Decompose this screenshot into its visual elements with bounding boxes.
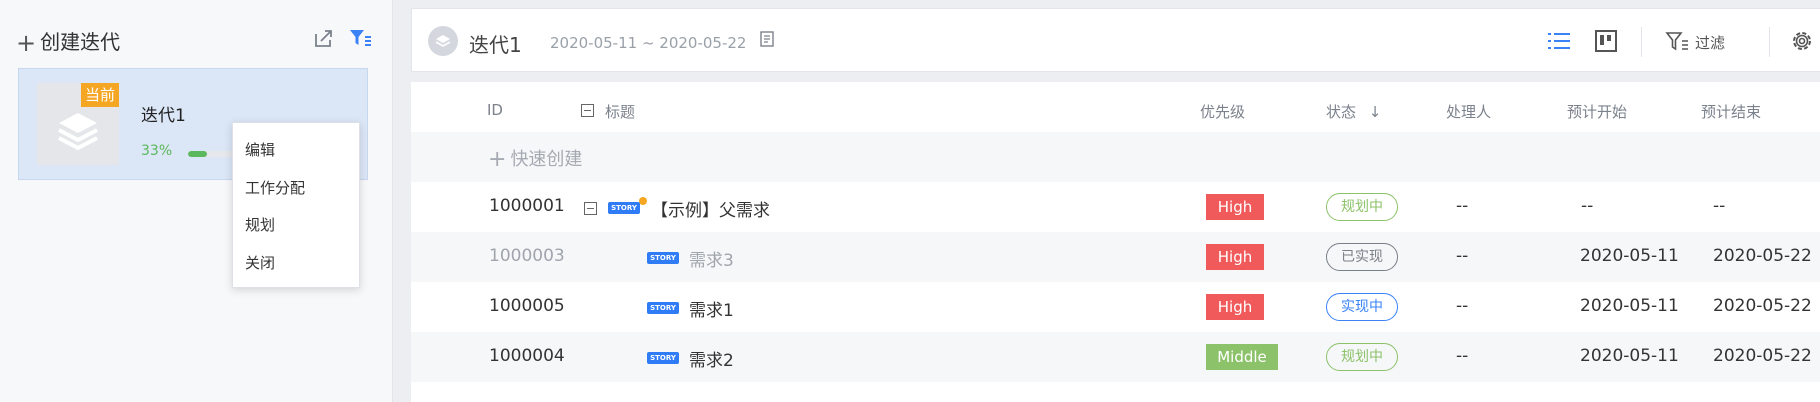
export-icon[interactable] (312, 26, 336, 50)
row-plan-end: 2020-05-22 (1713, 246, 1812, 266)
create-iteration-button[interactable]: + 创建迭代 (16, 26, 120, 57)
menu-item-edit[interactable]: 编辑 (245, 139, 275, 160)
status-badge[interactable]: 规划中 (1326, 193, 1398, 221)
table-row[interactable]: 1000001 STORY 【示例】父需求 High 规划中 -- -- -- (411, 182, 1820, 232)
status-badge[interactable]: 实现中 (1326, 293, 1398, 321)
iteration-context-menu: 编辑 工作分配 规划 关闭 (232, 122, 360, 288)
current-badge: 当前 (81, 83, 119, 107)
page-title: 迭代1 (469, 33, 522, 57)
menu-item-plan[interactable]: 规划 (245, 214, 275, 235)
story-type-icon: STORY (647, 252, 679, 264)
row-plan-end: 2020-05-22 (1713, 346, 1812, 366)
column-header-plan-start[interactable]: 预计开始 (1567, 101, 1627, 122)
list-view-icon[interactable] (1547, 29, 1571, 53)
column-header-title[interactable]: 标题 (605, 101, 635, 122)
collapse-row-icon[interactable] (584, 202, 597, 215)
toolbar-divider (1769, 27, 1770, 57)
row-plan-start: 2020-05-11 (1580, 246, 1679, 266)
work-item-table: ID 标题 优先级 状态 ↓ 处理人 预计开始 预计结束 + 快速创建 10000… (411, 82, 1820, 402)
board-view-icon[interactable] (1594, 29, 1618, 53)
table-row[interactable]: 1000005 STORY 需求1 High 实现中 -- 2020-05-11… (411, 282, 1820, 332)
toolbar-divider (1641, 27, 1642, 57)
iteration-progress-text: 33% (141, 143, 173, 159)
story-type-icon: STORY (647, 302, 679, 314)
row-assignee[interactable]: -- (1456, 246, 1468, 266)
column-header-id[interactable]: ID (487, 101, 503, 119)
row-id: 1000004 (489, 346, 565, 366)
table-row[interactable]: 1000003 STORY 需求3 High 已实现 -- 2020-05-11… (411, 232, 1820, 282)
layers-icon (435, 35, 451, 47)
filter-icon[interactable] (348, 26, 372, 50)
menu-item-assign-work[interactable]: 工作分配 (245, 177, 305, 198)
iteration-name: 迭代1 (141, 106, 186, 126)
filter-button-label[interactable]: 过滤 (1695, 32, 1725, 53)
priority-badge: High (1206, 294, 1264, 320)
status-badge[interactable]: 已实现 (1326, 243, 1398, 271)
quick-create-button[interactable]: + 快速创建 (488, 145, 582, 172)
priority-badge: High (1206, 194, 1264, 220)
plus-icon: + (16, 29, 37, 57)
filter-list-icon[interactable] (1665, 30, 1689, 54)
row-assignee[interactable]: -- (1456, 296, 1468, 316)
quick-create-row: + 快速创建 (411, 132, 1820, 182)
row-title[interactable]: 需求3 (689, 246, 734, 271)
quick-create-label: 快速创建 (510, 149, 583, 170)
row-plan-end: -- (1713, 196, 1726, 216)
row-assignee[interactable]: -- (1456, 346, 1468, 366)
row-plan-start: 2020-05-11 (1580, 296, 1679, 316)
iteration-sidebar: + 创建迭代 当前 迭代1 33% 编辑 工作分配 规划 关闭 (0, 0, 393, 402)
iteration-avatar (428, 26, 458, 56)
iteration-date-range: 2020-05-11 ~ 2020-05-22 (550, 34, 747, 52)
row-id: 1000003 (489, 246, 565, 266)
row-title[interactable]: 需求2 (689, 346, 734, 371)
column-header-assignee[interactable]: 处理人 (1446, 101, 1491, 122)
status-header-label: 状态 (1326, 103, 1357, 121)
sort-down-icon: ↓ (1368, 103, 1382, 121)
row-id: 1000001 (489, 196, 565, 216)
iteration-header: 迭代1 2020-05-11 ~ 2020-05-22 过滤 (411, 8, 1820, 72)
row-title[interactable]: 【示例】父需求 (651, 196, 770, 221)
status-badge[interactable]: 规划中 (1326, 343, 1398, 371)
settings-gear-icon[interactable] (1790, 29, 1814, 53)
row-id: 1000005 (489, 296, 565, 316)
collapse-all-icon[interactable] (581, 104, 594, 117)
story-type-icon: STORY (608, 202, 640, 214)
progress-fill (188, 151, 208, 157)
menu-item-close[interactable]: 关闭 (245, 252, 275, 273)
create-iteration-label: 创建迭代 (40, 30, 121, 54)
sidebar-header: + 创建迭代 (0, 0, 392, 78)
row-plan-start: -- (1581, 196, 1594, 216)
row-title[interactable]: 需求1 (689, 296, 734, 321)
priority-badge: Middle (1206, 344, 1278, 370)
document-icon[interactable] (758, 30, 776, 48)
column-header-status[interactable]: 状态 ↓ (1326, 101, 1381, 122)
row-plan-start: 2020-05-11 (1580, 346, 1679, 366)
plus-icon: + (488, 147, 507, 172)
story-type-icon: STORY (647, 352, 679, 364)
column-header-priority[interactable]: 优先级 (1200, 101, 1245, 122)
parent-marker-icon (639, 197, 647, 205)
priority-badge: High (1206, 244, 1264, 270)
row-plan-end: 2020-05-22 (1713, 296, 1812, 316)
table-row[interactable]: 1000004 STORY 需求2 Middle 规划中 -- 2020-05-… (411, 332, 1820, 382)
row-assignee[interactable]: -- (1456, 196, 1468, 216)
column-header-plan-end[interactable]: 预计结束 (1701, 101, 1761, 122)
